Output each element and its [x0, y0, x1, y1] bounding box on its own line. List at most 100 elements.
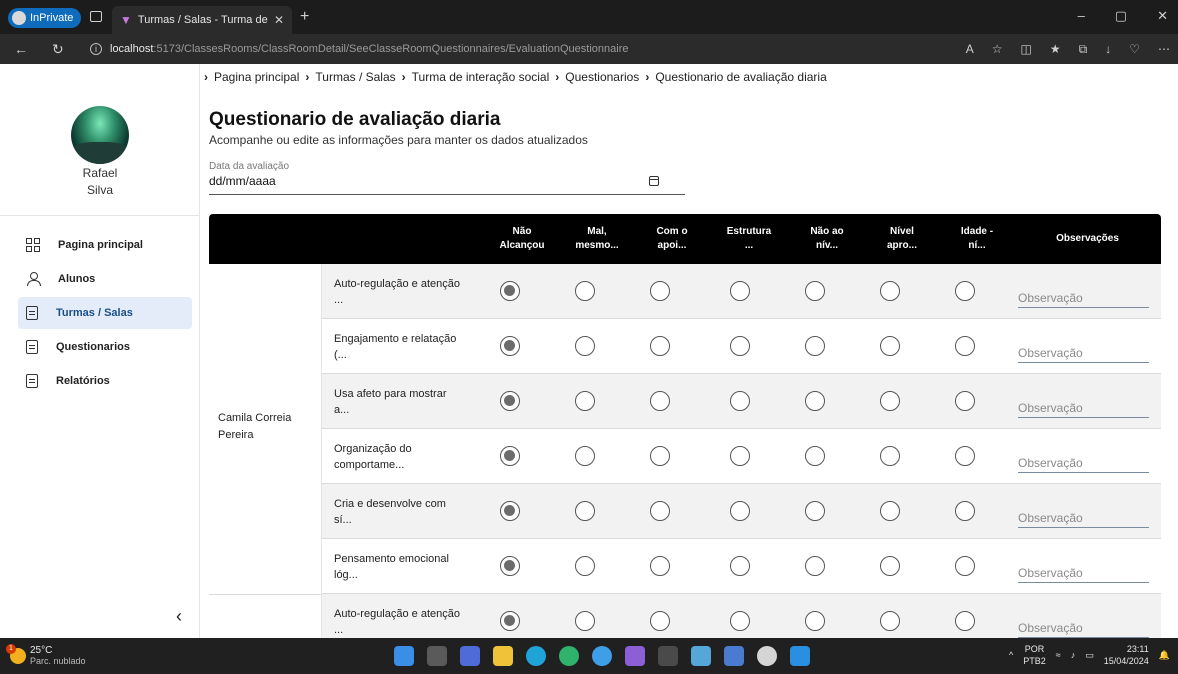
close-window-icon[interactable]: ✕ — [1157, 8, 1168, 24]
radio-option[interactable] — [575, 336, 595, 356]
radio-option[interactable] — [730, 281, 750, 301]
radio-option[interactable] — [730, 446, 750, 466]
collapse-sidebar-icon[interactable]: ‹ — [176, 606, 182, 627]
radio-option[interactable] — [805, 281, 825, 301]
app-icon[interactable] — [724, 646, 744, 666]
new-tab-icon[interactable]: + — [300, 8, 309, 26]
back-icon[interactable]: ← — [14, 41, 28, 57]
radio-option[interactable] — [575, 556, 595, 576]
breadcrumb-item[interactable]: Questionarios — [565, 70, 639, 84]
terminal-icon[interactable] — [658, 646, 678, 666]
file-explorer-icon[interactable] — [493, 646, 513, 666]
more-icon[interactable]: ⋯ — [1158, 42, 1170, 57]
volume-icon[interactable]: ♪ — [1071, 650, 1076, 660]
wifi-icon[interactable]: ≈ — [1056, 650, 1061, 660]
breadcrumb-item[interactable]: Turma de interação social — [412, 70, 550, 84]
radio-option[interactable] — [730, 336, 750, 356]
battery-icon[interactable]: ▭ — [1085, 650, 1094, 661]
radio-option[interactable] — [500, 391, 520, 411]
favorite-star-icon[interactable]: ☆ — [992, 42, 1003, 57]
radio-option[interactable] — [575, 501, 595, 521]
start-icon[interactable] — [394, 646, 414, 666]
minimize-icon[interactable]: – — [1078, 8, 1085, 24]
sidebar-item-relatorios[interactable]: Relatórios — [18, 365, 192, 397]
vscode-icon[interactable] — [790, 646, 810, 666]
radio-option[interactable] — [880, 281, 900, 301]
radio-option[interactable] — [500, 446, 520, 466]
radio-option[interactable] — [575, 391, 595, 411]
inprivate-badge[interactable]: InPrivate — [8, 8, 82, 28]
browser-tab[interactable]: ▼ Turmas / Salas - Turma de interação ✕ — [112, 6, 292, 34]
extensions-icon[interactable]: ♡ — [1129, 42, 1140, 57]
breadcrumb-item[interactable]: Pagina principal — [214, 70, 299, 84]
split-screen-icon[interactable]: ◫ — [1021, 42, 1032, 57]
radio-option[interactable] — [650, 336, 670, 356]
radio-option[interactable] — [880, 391, 900, 411]
observation-input[interactable]: Observação — [1018, 343, 1149, 363]
refresh-icon[interactable]: ↻ — [52, 41, 64, 58]
radio-option[interactable] — [880, 611, 900, 631]
radio-option[interactable] — [575, 281, 595, 301]
radio-option[interactable] — [730, 391, 750, 411]
radio-option[interactable] — [955, 611, 975, 631]
radio-option[interactable] — [575, 611, 595, 631]
restore-icon[interactable]: ▢ — [1115, 8, 1127, 24]
observation-input[interactable]: Observação — [1018, 288, 1149, 308]
downloads-icon[interactable]: ↓ — [1105, 42, 1111, 57]
radio-option[interactable] — [650, 556, 670, 576]
radio-option[interactable] — [730, 611, 750, 631]
radio-option[interactable] — [955, 446, 975, 466]
radio-option[interactable] — [650, 281, 670, 301]
radio-option[interactable] — [650, 501, 670, 521]
app-icon[interactable] — [691, 646, 711, 666]
read-aloud-icon[interactable]: A — [966, 42, 974, 57]
sidebar-item-alunos[interactable]: Alunos — [18, 263, 192, 295]
notification-icon[interactable]: 🔔 — [1159, 650, 1170, 661]
language-indicator[interactable]: POR PTB2 — [1023, 643, 1046, 667]
tray-expand-icon[interactable]: ^ — [1009, 650, 1013, 660]
site-info-icon[interactable]: i — [90, 43, 102, 55]
observation-input[interactable]: Observação — [1018, 563, 1149, 583]
radio-option[interactable] — [500, 336, 520, 356]
observation-input[interactable]: Observação — [1018, 453, 1149, 473]
radio-option[interactable] — [650, 391, 670, 411]
breadcrumb-item[interactable]: Turmas / Salas — [315, 70, 395, 84]
radio-option[interactable] — [500, 556, 520, 576]
date-field[interactable]: dd/mm/aaaa — [209, 173, 685, 195]
radio-option[interactable] — [805, 336, 825, 356]
visual-studio-icon[interactable] — [625, 646, 645, 666]
radio-option[interactable] — [730, 556, 750, 576]
radio-option[interactable] — [955, 391, 975, 411]
radio-option[interactable] — [805, 501, 825, 521]
observation-input[interactable]: Observação — [1018, 398, 1149, 418]
radio-option[interactable] — [575, 446, 595, 466]
tab-actions-icon[interactable] — [90, 11, 102, 22]
browser-icon[interactable] — [592, 646, 612, 666]
radio-option[interactable] — [955, 281, 975, 301]
calendar-icon[interactable] — [649, 176, 659, 186]
teams-icon[interactable] — [460, 646, 480, 666]
radio-option[interactable] — [955, 336, 975, 356]
app-icon[interactable] — [757, 646, 777, 666]
radio-option[interactable] — [805, 611, 825, 631]
radio-option[interactable] — [805, 446, 825, 466]
observation-input[interactable]: Observação — [1018, 618, 1149, 638]
sidebar-item-questionarios[interactable]: Questionarios — [18, 331, 192, 363]
radio-option[interactable] — [880, 556, 900, 576]
radio-option[interactable] — [880, 501, 900, 521]
sidebar-item-pagina-principal[interactable]: Pagina principal — [18, 229, 192, 261]
url-field[interactable]: i localhost:5173/ClassesRooms/ClassRoomDe… — [90, 43, 629, 55]
radio-option[interactable] — [880, 446, 900, 466]
favorites-icon[interactable]: ★ — [1050, 42, 1061, 57]
radio-option[interactable] — [955, 501, 975, 521]
sidebar-item-turmas-salas[interactable]: Turmas / Salas — [18, 297, 192, 329]
radio-option[interactable] — [805, 556, 825, 576]
task-view-icon[interactable] — [427, 646, 447, 666]
close-tab-icon[interactable]: ✕ — [274, 13, 284, 27]
whatsapp-icon[interactable] — [559, 646, 579, 666]
radio-option[interactable] — [500, 501, 520, 521]
edge-icon[interactable] — [526, 646, 546, 666]
radio-option[interactable] — [730, 501, 750, 521]
clock[interactable]: 23:11 15/04/2024 — [1104, 643, 1149, 667]
weather-widget[interactable]: 1 25°C Parc. nublado — [6, 644, 86, 667]
